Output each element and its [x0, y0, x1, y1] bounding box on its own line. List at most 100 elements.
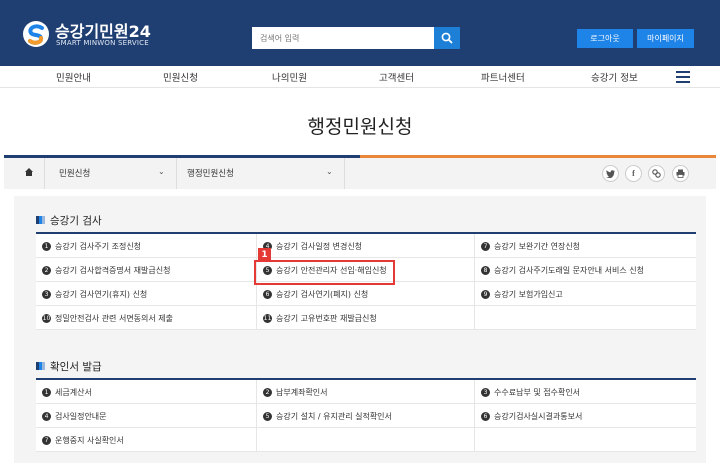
section-title: 확인서 발급 — [50, 361, 102, 373]
search-bar — [252, 27, 460, 49]
number-badge: 1 — [42, 387, 51, 397]
service-link[interactable]: 5 승강기 설치 / 유지관리 실적확인서 — [256, 404, 474, 428]
main-nav: 민원안내 민원신청 나의민원 고객센터 파트너센터 승강기 정보 — [0, 66, 720, 88]
section-title: 승강기 검사 — [50, 215, 102, 227]
nav-item-apply[interactable]: 민원신청 — [163, 70, 198, 84]
search-icon — [441, 32, 453, 44]
number-badge: 8 — [481, 265, 490, 275]
service-label: 운행중지 사실확인서 — [55, 435, 124, 445]
chevron-down-icon[interactable]: ⌄ — [326, 167, 333, 176]
annotation-badge: 1 — [258, 248, 271, 261]
mypage-button[interactable]: 마이페이지 — [637, 29, 694, 48]
service-label: 승강기 고유번호판 재발급신청 — [276, 313, 377, 323]
section-bullet-icon — [36, 216, 45, 224]
number-badge: 2 — [263, 387, 272, 397]
number-badge: 1 — [42, 241, 51, 251]
service-link[interactable]: 6 승강기검사실시결과통보서 — [474, 404, 696, 428]
site-logo[interactable]: 승강기민원24 SMART MINWON SERVICE — [22, 18, 172, 52]
nav-item-partner-center[interactable]: 파트너센터 — [481, 70, 525, 84]
service-link[interactable]: 4 승강기 검사일정 변경신청 — [256, 234, 474, 258]
breadcrumb-accent-bar — [360, 155, 716, 158]
service-label: 납부계좌확인서 — [276, 387, 328, 397]
service-label: 승강기 보험가입신고 — [494, 289, 563, 299]
number-badge: 10 — [42, 313, 51, 323]
number-badge: 7 — [481, 241, 490, 251]
empty-cell — [256, 428, 474, 452]
search-button[interactable] — [434, 27, 460, 49]
service-label: 승강기검사실시결과통보서 — [494, 411, 583, 421]
chevron-down-icon[interactable]: ⌄ — [158, 167, 165, 176]
service-link[interactable]: 7 승강기 보완기간 연장신청 — [474, 234, 696, 258]
home-icon[interactable] — [24, 167, 34, 180]
service-label: 승강기 검사연기(휴지) 신청 — [55, 289, 148, 299]
service-link[interactable]: 9 승강기 보험가입신고 — [474, 282, 696, 306]
nav-item-my-minwon[interactable]: 나의민원 — [272, 70, 307, 84]
number-badge: 7 — [42, 435, 51, 445]
table-row: 1 세금계산서 2 납부계좌확인서 3 수수료납부 및 접수확인서 — [36, 380, 696, 404]
number-badge: 6 — [481, 411, 490, 421]
service-label: 세금계산서 — [55, 387, 92, 397]
service-label: 승강기 검사주기 조정신청 — [55, 241, 142, 251]
link-icon[interactable] — [648, 165, 665, 182]
service-label: 수수료납부 및 접수확인서 — [494, 387, 581, 397]
table-row: 4 검사일정안내문 5 승강기 설치 / 유지관리 실적확인서 6 승강기검사실시결과… — [36, 404, 696, 428]
logo-subtitle: SMART MINWON SERVICE — [56, 39, 149, 47]
section-bullet-icon — [36, 362, 45, 370]
number-badge: 3 — [42, 289, 51, 299]
section-elevator-inspection: 승강기 검사 1 승강기 검사주기 조정신청 4 승강기 검사일정 변경신청 7 승강… — [36, 214, 696, 364]
nav-item-customer-center[interactable]: 고객센터 — [379, 70, 414, 84]
breadcrumb-level1[interactable]: 민원신청 — [59, 167, 90, 179]
service-link[interactable]: 3 승강기 검사연기(휴지) 신청 — [36, 282, 256, 306]
number-badge: 2 — [42, 265, 51, 275]
logout-button[interactable]: 로그아웃 — [577, 29, 633, 48]
service-label: 정밀안전검사 관련 서면동의서 제출 — [55, 313, 174, 323]
table-row: 3 승강기 검사연기(휴지) 신청 6 승강기 검사연기(폐지) 신청 9 승강기 보… — [36, 282, 696, 306]
content-area: 승강기 검사 1 승강기 검사주기 조정신청 4 승강기 검사일정 변경신청 7 승강… — [14, 196, 706, 463]
breadcrumb-divider — [344, 158, 345, 189]
service-grid: 1 세금계산서 2 납부계좌확인서 3 수수료납부 및 접수확인서 4 검사일정안내문 … — [36, 378, 696, 452]
number-badge: 9 — [481, 289, 490, 299]
service-link[interactable]: 2 승강기 검사합격증명서 재발급신청 — [36, 258, 256, 282]
number-badge: 3 — [481, 387, 490, 397]
nav-item-elevator-info[interactable]: 승강기 정보 — [591, 70, 638, 84]
breadcrumb: 민원신청 ⌄ 행정민원신청 ⌄ f — [4, 155, 716, 189]
service-link[interactable]: 8 승강기 검사주기도래일 문자안내 서비스 신청 — [474, 258, 696, 282]
hamburger-menu-icon[interactable] — [676, 71, 690, 83]
service-label: 승강기 검사일정 변경신청 — [276, 241, 363, 251]
logo-mark-icon — [23, 21, 49, 47]
service-label: 승강기 검사주기도래일 문자안내 서비스 신청 — [494, 265, 645, 275]
number-badge: 11 — [263, 313, 272, 323]
table-row: 7 운행중지 사실확인서 — [36, 428, 696, 452]
search-input[interactable] — [252, 27, 434, 49]
service-link[interactable]: 11 승강기 고유번호판 재발급신청 — [256, 306, 474, 330]
breadcrumb-level2[interactable]: 행정민원신청 — [187, 167, 234, 179]
service-label: 승강기 검사연기(폐지) 신청 — [276, 289, 369, 299]
section-certificate-issuance: 확인서 발급 1 세금계산서 2 납부계좌확인서 3 수수료납부 및 접수확인서 4검… — [36, 360, 696, 470]
service-label: 검사일정안내문 — [55, 411, 107, 421]
service-label: 승강기 검사합격증명서 재발급신청 — [55, 265, 171, 275]
number-badge: 4 — [42, 411, 51, 421]
page-title: 행정민원신청 — [307, 116, 413, 138]
service-link[interactable]: 3 수수료납부 및 접수확인서 — [474, 380, 696, 404]
print-icon[interactable] — [672, 165, 689, 182]
highlight-box — [254, 260, 395, 285]
service-link[interactable]: 1 세금계산서 — [36, 380, 256, 404]
service-link[interactable]: 1 승강기 검사주기 조정신청 — [36, 234, 256, 258]
service-link[interactable]: 2 납부계좌확인서 — [256, 380, 474, 404]
service-link[interactable]: 6 승강기 검사연기(폐지) 신청 — [256, 282, 474, 306]
breadcrumb-divider — [44, 158, 45, 189]
twitter-icon[interactable] — [602, 165, 619, 182]
breadcrumb-divider — [176, 158, 177, 189]
site-header: 승강기민원24 SMART MINWON SERVICE 로그아웃 마이페이지 — [0, 0, 720, 66]
service-label: 승강기 설치 / 유지관리 실적확인서 — [276, 411, 392, 421]
service-link[interactable]: 4 검사일정안내문 — [36, 404, 256, 428]
empty-cell — [474, 428, 696, 452]
facebook-icon[interactable]: f — [625, 165, 642, 182]
number-badge: 5 — [263, 411, 272, 421]
nav-item-guide[interactable]: 민원안내 — [56, 70, 91, 84]
service-link[interactable]: 7 운행중지 사실확인서 — [36, 428, 256, 452]
service-label: 승강기 보완기간 연장신청 — [494, 241, 581, 251]
service-link[interactable]: 10 정밀안전검사 관련 서면동의서 제출 — [36, 306, 256, 330]
empty-cell — [474, 306, 696, 330]
table-row: 1 승강기 검사주기 조정신청 4 승강기 검사일정 변경신청 7 승강기 보완기간 … — [36, 234, 696, 258]
